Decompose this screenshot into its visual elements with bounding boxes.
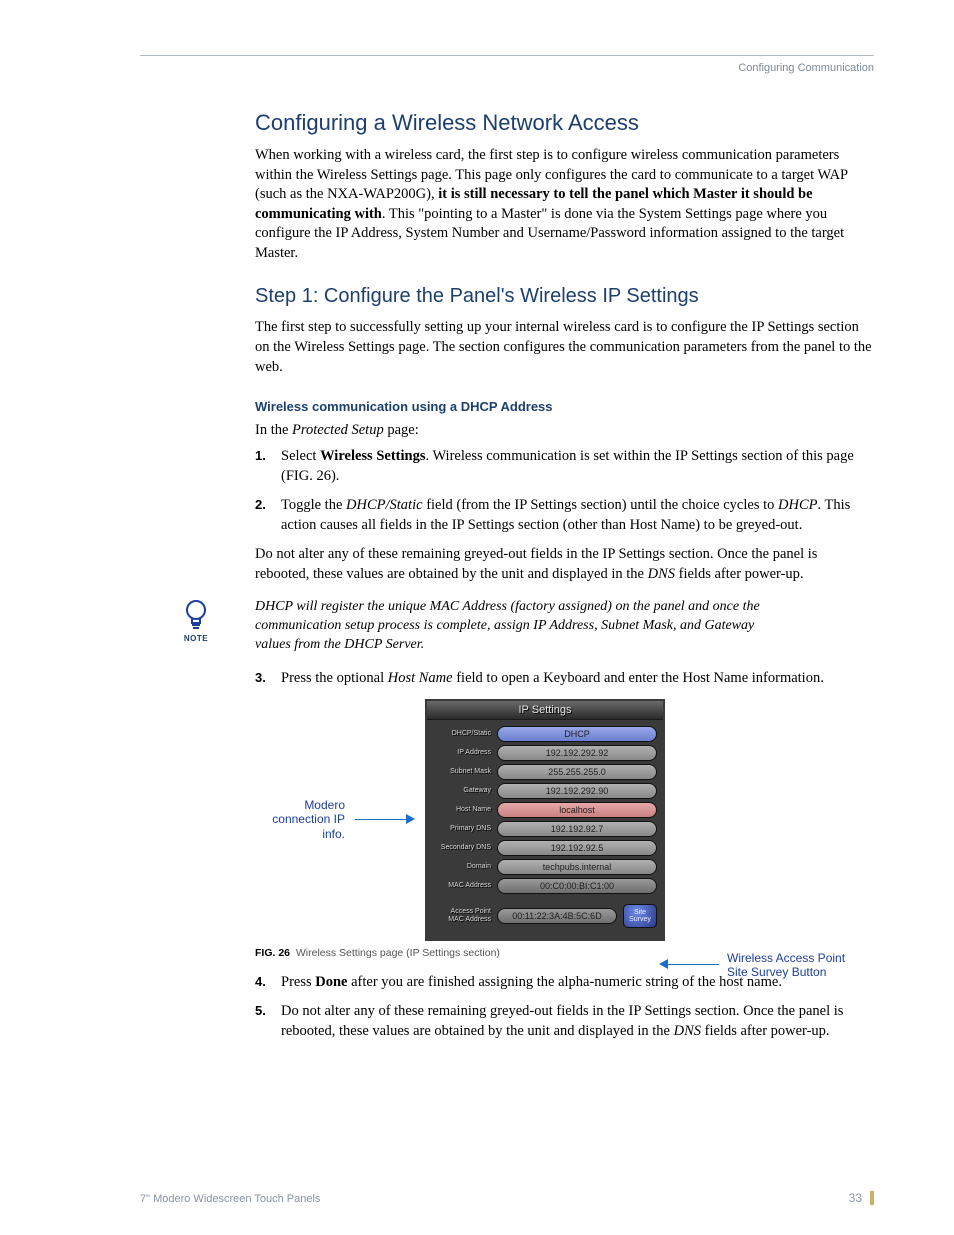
- fig-label: FIG. 26: [255, 947, 290, 959]
- label-macaddress: MAC Address: [433, 882, 491, 889]
- after-list-note: Do not alter any of these remaining grey…: [255, 545, 874, 584]
- note-icon: NOTE: [178, 598, 214, 643]
- row-domain: Domain techpubs.internal: [433, 859, 657, 875]
- row-macaddress: MAC Address 00:C0:00:BI:C1:00: [433, 878, 657, 894]
- callout-left: Modero connection IP info.: [255, 798, 345, 841]
- top-rule: [140, 55, 874, 56]
- panel-body: DHCP/Static DHCP IP Address 192.192.292.…: [427, 720, 663, 939]
- site-survey-button[interactable]: Site Survey: [623, 904, 657, 928]
- label-domain: Domain: [433, 863, 491, 870]
- row-hostname: Host Name localhost: [433, 802, 657, 818]
- row-dhcp: DHCP/Static DHCP: [433, 726, 657, 742]
- value-primarydns: 192.192.92.7: [497, 821, 657, 837]
- value-secondarydns: 192.192.92.5: [497, 840, 657, 856]
- steps-list-cont2: Press Done after you are finished assign…: [255, 973, 874, 1042]
- panel-title: IP Settings: [427, 701, 663, 720]
- page-footer: 7" Modero Widescreen Touch Panels 33: [140, 1191, 874, 1205]
- value-macaddress: 00:C0:00:BI:C1:00: [497, 878, 657, 894]
- step-4: Press Done after you are finished assign…: [255, 973, 874, 993]
- arrow-left-icon: [355, 815, 415, 825]
- value-subnet: 255.255.255.0: [497, 764, 657, 780]
- steps-list: Select Wireless Settings. Wireless commu…: [255, 447, 874, 535]
- footer-text: 7" Modero Widescreen Touch Panels: [140, 1193, 320, 1205]
- steps-list-cont: Press the optional Host Name field to op…: [255, 669, 874, 689]
- value-accesspoint: 00:11:22:3A:4B:5C:6D: [497, 908, 617, 924]
- label-dhcp: DHCP/Static: [433, 730, 491, 737]
- row-ipaddress: IP Address 192.192.292.92: [433, 745, 657, 761]
- section-title: Configuring a Wireless Network Access: [255, 110, 874, 136]
- label-gateway: Gateway: [433, 787, 491, 794]
- row-gateway: Gateway 192.192.292.90: [433, 783, 657, 799]
- label-secondarydns: Secondary DNS: [433, 844, 491, 851]
- figure-26: Modero connection IP info. IP Settings D…: [255, 699, 874, 941]
- lightbulb-icon: [181, 598, 211, 632]
- arrow-right-icon: [659, 960, 719, 970]
- value-gateway: 192.192.292.90: [497, 783, 657, 799]
- step1-heading: Step 1: Configure the Panel's Wireless I…: [255, 285, 874, 308]
- running-head: Configuring Communication: [140, 62, 874, 74]
- row-primarydns: Primary DNS 192.192.92.7: [433, 821, 657, 837]
- dhcp-heading: Wireless communication using a DHCP Addr…: [255, 399, 874, 414]
- label-primarydns: Primary DNS: [433, 825, 491, 832]
- page-number: 33: [849, 1191, 874, 1205]
- value-ipaddress: 192.192.292.92: [497, 745, 657, 761]
- row-secondarydns: Secondary DNS 192.192.92.5: [433, 840, 657, 856]
- label-accesspoint: Access Point MAC Address: [433, 908, 491, 923]
- step-1: Select Wireless Settings. Wireless commu…: [255, 447, 874, 486]
- step-5: Do not alter any of these remaining grey…: [255, 1002, 874, 1041]
- label-subnet: Subnet Mask: [433, 768, 491, 775]
- row-accesspoint: Access Point MAC Address 00:11:22:3A:4B:…: [433, 904, 657, 928]
- value-domain: techpubs.internal: [497, 859, 657, 875]
- fig-caption-text: Wireless Settings page (IP Settings sect…: [296, 947, 500, 959]
- value-dhcp[interactable]: DHCP: [497, 726, 657, 742]
- step-2: Toggle the DHCP/Static field (from the I…: [255, 496, 874, 535]
- step1-paragraph: The first step to successfully setting u…: [255, 318, 874, 377]
- protected-setup-italic: Protected Setup: [292, 422, 384, 438]
- value-hostname[interactable]: localhost: [497, 802, 657, 818]
- ip-settings-panel: IP Settings DHCP/Static DHCP IP Address …: [425, 699, 665, 941]
- row-subnet: Subnet Mask 255.255.255.0: [433, 764, 657, 780]
- note-label: NOTE: [178, 634, 214, 643]
- label-ipaddress: IP Address: [433, 749, 491, 756]
- label-hostname: Host Name: [433, 806, 491, 813]
- intro-paragraph: When working with a wireless card, the f…: [255, 146, 874, 263]
- note-text: DHCP will register the unique MAC Addres…: [255, 598, 775, 655]
- wireless-settings-bold: Wireless Settings: [320, 448, 425, 464]
- note-block: NOTE DHCP will register the unique MAC A…: [140, 598, 874, 655]
- protected-setup-intro: In the Protected Setup page:: [255, 422, 874, 439]
- step-3: Press the optional Host Name field to op…: [255, 669, 874, 689]
